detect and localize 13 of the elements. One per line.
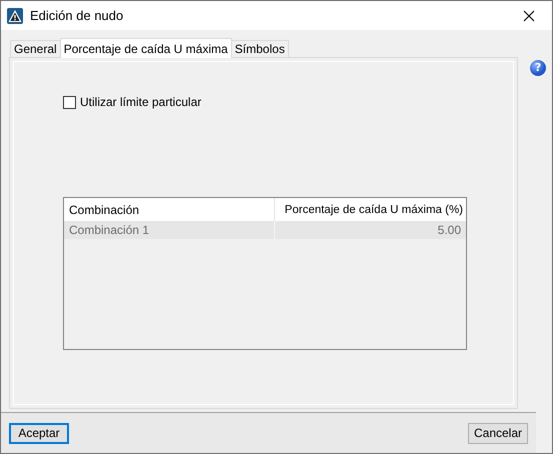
close-icon xyxy=(523,10,535,22)
checkbox-label[interactable]: Utilizar límite particular xyxy=(80,95,202,109)
tab[interactable]: Símbolos xyxy=(230,40,289,57)
table-cell: Combinación 1 xyxy=(64,221,275,239)
warning-icon xyxy=(7,8,23,24)
checkbox[interactable] xyxy=(63,96,76,108)
dialog-button[interactable]: Cancelar xyxy=(468,422,528,444)
tab[interactable]: General xyxy=(10,40,61,57)
column-header[interactable]: Porcentaje de caída U máxima (%) xyxy=(275,198,466,221)
dialog-button[interactable]: Aceptar xyxy=(9,422,69,444)
window-title: Edición de nudo xyxy=(30,8,124,23)
table-cell-text: 5.00 xyxy=(436,222,462,239)
tab[interactable]: Porcentaje de caída U máxima xyxy=(60,38,232,58)
